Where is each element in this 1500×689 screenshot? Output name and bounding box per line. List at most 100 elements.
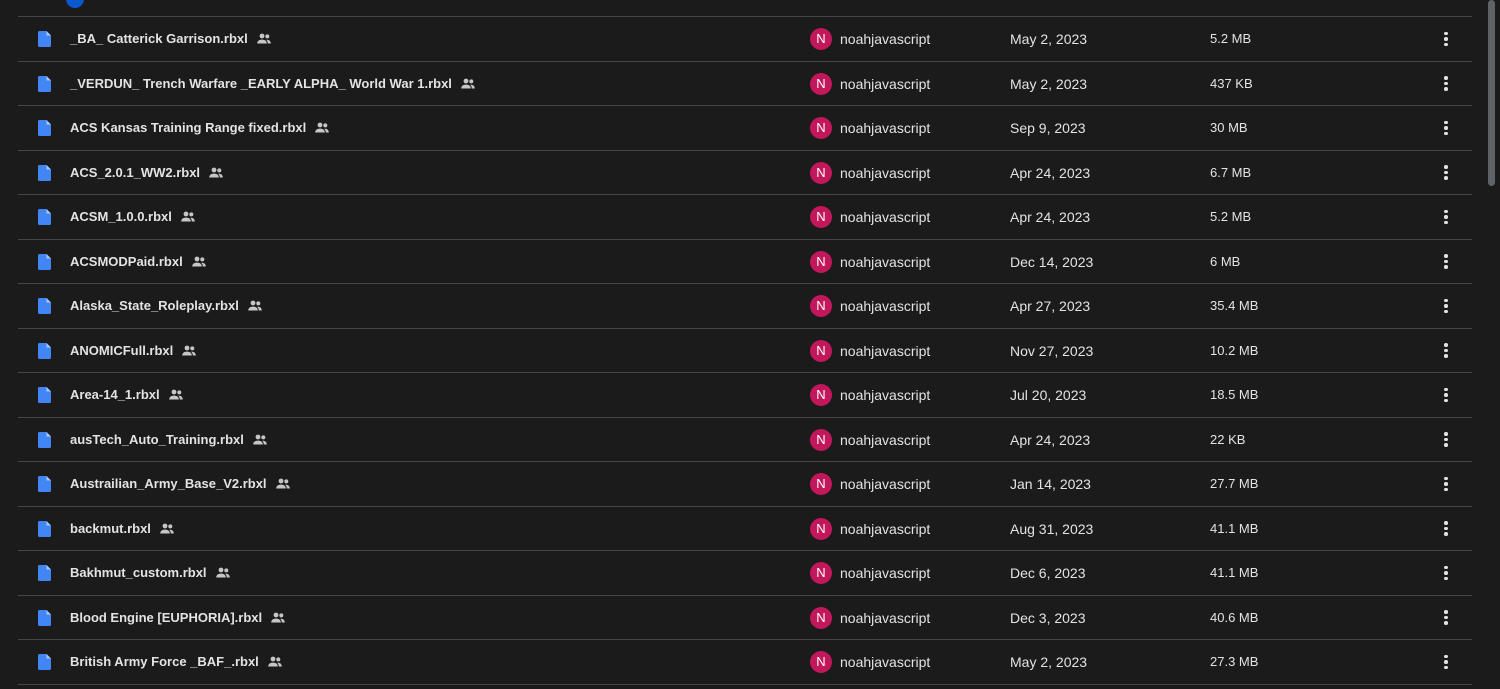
more-actions-button[interactable] <box>1436 430 1456 450</box>
document-icon <box>38 298 51 314</box>
more-actions-button[interactable] <box>1436 608 1456 628</box>
file-row[interactable]: _VERDUN_ Trench Warfare _EARLY ALPHA_ Wo… <box>18 62 1472 106</box>
owner-avatar[interactable]: N <box>810 562 832 584</box>
owner-avatar[interactable]: N <box>810 339 832 362</box>
file-size: 437 KB <box>1210 75 1253 91</box>
file-row[interactable]: ausTech_Auto_Training.rbxl N noahjavascr… <box>18 418 1472 462</box>
more-actions-button[interactable] <box>1436 252 1456 272</box>
file-name: Alaska_State_Roleplay.rbxl <box>70 298 239 313</box>
file-size: 35.4 MB <box>1210 298 1259 313</box>
file-row[interactable]: Area-14_1.rbxl N noahjavascript Jul 20, … <box>18 373 1472 418</box>
document-icon <box>38 476 51 492</box>
more-vert-icon <box>1444 387 1448 392</box>
file-name-cell: British Army Force _BAF_.rbxl <box>70 640 283 684</box>
more-actions-button[interactable] <box>1436 74 1456 94</box>
file-name-cell: ANOMICFull.rbxl <box>70 329 197 373</box>
owner-cell: N noahjavascript <box>810 284 930 328</box>
file-row[interactable]: ACSMODPaid.rbxl N noahjavascript Dec 14,… <box>18 240 1472 284</box>
file-row[interactable]: ANOMICFull.rbxl N noahjavascript Nov 27,… <box>18 329 1472 373</box>
file-row[interactable]: backmut.rbxl N noahjavascript Aug 31, 20… <box>18 507 1472 551</box>
document-icon <box>38 75 51 92</box>
date-modified: Apr 24, 2023 <box>1010 209 1091 225</box>
shared-people-icon <box>181 211 195 222</box>
file-row[interactable]: Bakhmut_custom.rbxl N noahjavascript Dec… <box>18 551 1472 596</box>
owner-avatar[interactable]: N <box>810 250 832 273</box>
more-vert-icon <box>1444 209 1448 214</box>
more-actions-button[interactable] <box>1436 207 1456 227</box>
more-vert-icon <box>1444 165 1448 169</box>
owner-name: noahjavascript <box>840 209 931 225</box>
more-actions-button[interactable] <box>1436 341 1456 361</box>
file-row[interactable]: Austrailian_Army_Base_V2.rbxl N noahjava… <box>18 462 1472 507</box>
more-actions-button[interactable] <box>1436 118 1456 138</box>
more-vert-icon <box>1444 76 1448 80</box>
file-size: 6.7 MB <box>1210 164 1252 180</box>
owner-cell: N noahjavascript <box>810 17 930 61</box>
file-name: Austrailian_Army_Base_V2.rbxl <box>70 476 267 491</box>
owner-avatar[interactable]: N <box>810 606 832 629</box>
file-row[interactable]: ACS Kansas Training Range fixed.rbxl N n… <box>18 106 1472 151</box>
file-name: Blood Engine [EUPHORIA].rbxl <box>70 609 263 625</box>
vertical-scrollbar[interactable] <box>1484 0 1500 689</box>
more-actions-button[interactable] <box>1436 163 1456 183</box>
sort-direction-icon[interactable] <box>66 0 84 8</box>
more-actions-button[interactable] <box>1436 296 1456 316</box>
owner-avatar[interactable]: N <box>810 161 832 184</box>
owner-avatar[interactable]: N <box>810 473 832 495</box>
file-name: ANOMICFull.rbxl <box>70 342 174 358</box>
file-row[interactable]: Alaska_State_Roleplay.rbxl N noahjavascr… <box>18 284 1472 329</box>
document-icon <box>38 209 51 225</box>
owner-avatar[interactable]: N <box>810 206 832 228</box>
shared-people-icon <box>215 567 230 578</box>
file-size: 18.5 MB <box>1210 387 1259 402</box>
owner-cell: N noahjavascript <box>810 462 930 506</box>
more-vert-icon <box>1444 120 1448 125</box>
owner-avatar[interactable]: N <box>810 28 832 50</box>
more-actions-button[interactable] <box>1436 29 1456 49</box>
more-actions-button[interactable] <box>1436 519 1456 539</box>
more-actions-button[interactable] <box>1436 563 1456 583</box>
file-row[interactable]: Blood Engine [EUPHORIA].rbxl N noahjavas… <box>18 596 1472 640</box>
owner-avatar[interactable]: N <box>810 651 832 673</box>
owner-avatar[interactable]: N <box>810 384 832 406</box>
owner-name: noahjavascript <box>840 476 931 492</box>
more-actions-button[interactable] <box>1436 474 1456 494</box>
more-actions-button[interactable] <box>1436 652 1456 672</box>
owner-avatar[interactable]: N <box>810 117 832 139</box>
file-row[interactable]: _BA_ Catterick Garrison.rbxl N noahjavas… <box>18 17 1472 62</box>
owner-cell: N noahjavascript <box>810 640 930 684</box>
more-vert-icon <box>1444 476 1448 481</box>
owner-avatar[interactable]: N <box>810 72 832 95</box>
file-row[interactable]: British Army Force _BAF_.rbxl N noahjava… <box>18 640 1472 685</box>
file-name: ACSM_1.0.0.rbxl <box>70 209 172 224</box>
file-name-cell: _BA_ Catterick Garrison.rbxl <box>70 17 272 61</box>
owner-name: noahjavascript <box>840 31 931 47</box>
owner-avatar[interactable]: N <box>810 295 832 317</box>
document-icon <box>38 654 51 670</box>
file-name: Area-14_1.rbxl <box>70 387 160 402</box>
file-name: British Army Force _BAF_.rbxl <box>70 654 259 669</box>
owner-name: noahjavascript <box>840 520 931 537</box>
date-modified: May 2, 2023 <box>1010 75 1088 92</box>
file-row[interactable]: ACSM_1.0.0.rbxl N noahjavascript Apr 24,… <box>18 195 1472 240</box>
more-actions-button[interactable] <box>1436 385 1456 405</box>
scrollbar-thumb[interactable] <box>1488 0 1495 186</box>
date-modified: Jul 20, 2023 <box>1010 387 1087 403</box>
date-modified: Aug 31, 2023 <box>1010 520 1094 537</box>
file-name-cell: _VERDUN_ Trench Warfare _EARLY ALPHA_ Wo… <box>70 62 476 106</box>
file-name-cell: backmut.rbxl <box>70 507 175 551</box>
document-icon <box>38 31 51 47</box>
file-size: 10.2 MB <box>1210 342 1259 358</box>
owner-cell: N noahjavascript <box>810 329 930 373</box>
owner-cell: N noahjavascript <box>810 551 930 595</box>
shared-people-icon <box>315 122 330 133</box>
shared-people-icon <box>271 612 285 622</box>
owner-avatar[interactable]: N <box>810 517 832 540</box>
file-name: ACS Kansas Training Range fixed.rbxl <box>70 120 307 135</box>
owner-avatar[interactable]: N <box>810 428 832 451</box>
owner-name: noahjavascript <box>840 120 931 136</box>
file-row[interactable]: ACS_2.0.1_WW2.rbxl N noahjavascript Apr … <box>18 151 1472 195</box>
date-modified: Nov 27, 2023 <box>1010 342 1094 359</box>
owner-cell: N noahjavascript <box>810 373 930 417</box>
document-icon <box>38 164 51 181</box>
